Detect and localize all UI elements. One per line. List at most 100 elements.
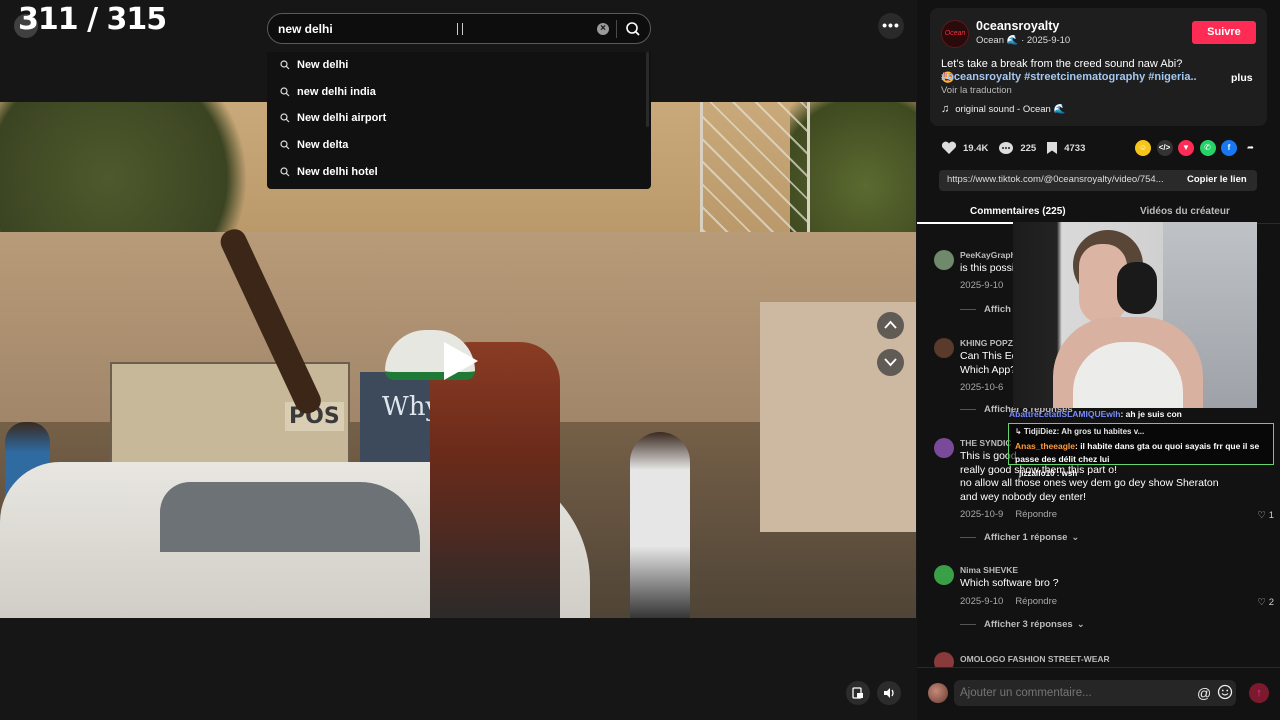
search-icon xyxy=(280,87,290,97)
suggestions-scrollbar[interactable] xyxy=(646,52,649,127)
suggestion-item[interactable]: New delta xyxy=(267,132,651,159)
author-meta: Ocean 🌊 · 2025-9-10 xyxy=(976,35,1071,46)
send-to-friend-icon[interactable]: ▼ xyxy=(1178,140,1194,156)
comment-line: really good show them this part o! xyxy=(960,463,1117,476)
suggestion-item[interactable]: New delhi hotel xyxy=(267,158,651,185)
avatar[interactable] xyxy=(934,438,954,458)
comment-item: OMOLOGO FASHION STREET-WEAR xyxy=(934,652,1274,667)
sound-label: original sound - Ocean 🌊 xyxy=(955,103,1066,115)
search-bar[interactable]: × xyxy=(267,13,651,44)
avatar[interactable] xyxy=(934,250,954,270)
search-icon xyxy=(280,113,290,123)
avatar[interactable] xyxy=(934,338,954,358)
avatar[interactable] xyxy=(934,652,954,667)
reply-line xyxy=(960,309,976,310)
video-scene-dancer xyxy=(430,342,560,618)
avatar[interactable] xyxy=(934,565,954,585)
search-divider xyxy=(616,20,617,38)
copy-link-button[interactable]: Copier le lien xyxy=(1187,174,1247,185)
suggestion-item[interactable]: New delhi xyxy=(267,52,651,79)
comment-username[interactable]: Nima SHEVKE xyxy=(960,565,1018,575)
comment-like-button[interactable]: ♡ 2 xyxy=(1258,597,1274,608)
stream-chat-message: jizzalfo10 : wsh xyxy=(1019,469,1078,478)
tab-creator-videos[interactable]: Vidéos du créateur xyxy=(1140,206,1230,217)
like-count: 19.4K xyxy=(963,142,989,154)
suggestion-label: New delhi hotel xyxy=(297,165,378,178)
clear-search-icon[interactable]: × xyxy=(597,23,609,35)
headphones-icon xyxy=(1117,262,1157,314)
like-button[interactable]: 19.4K xyxy=(941,141,988,155)
replies-label: Afficher 1 réponse xyxy=(984,532,1068,543)
comment-line: Which App? xyxy=(960,363,1017,376)
reply-button[interactable]: Répondre xyxy=(1015,509,1057,520)
search-suggestions: New delhi new delhi india New delhi airp… xyxy=(267,52,651,189)
comment-meta: 2025-10-9 Répondre xyxy=(960,509,1057,520)
previous-video-button[interactable] xyxy=(877,312,904,339)
engagement-stats: 19.4K 225 4733 xyxy=(941,138,1095,158)
music-note-icon: ♫ xyxy=(941,103,950,115)
video-link-url: https://www.tiktok.com/@0ceansroyalty/vi… xyxy=(947,174,1164,185)
author-avatar[interactable]: Ocean xyxy=(941,20,969,48)
suggestion-label: New delta xyxy=(297,139,349,152)
replies-label: Afficher 3 réponses xyxy=(984,619,1073,630)
comment-input[interactable] xyxy=(954,680,1236,706)
chevron-down-icon: ⌄ xyxy=(1076,619,1085,630)
emoji-share-icon[interactable]: ☺ xyxy=(1135,140,1151,156)
comment-tabs: Commentaires (225) Vidéos du créateur xyxy=(917,200,1280,224)
embed-icon[interactable]: </> xyxy=(1156,140,1173,156)
picture-in-picture-icon xyxy=(852,687,863,699)
comment-button[interactable]: 225 xyxy=(998,141,1036,156)
save-button[interactable]: 4733 xyxy=(1046,141,1085,155)
text-cursor-icon xyxy=(457,23,463,35)
comment-like-button[interactable]: ♡ 1 xyxy=(1258,510,1274,521)
view-replies-button[interactable]: Afficher 3 réponses ⌄ xyxy=(960,619,1085,630)
more-options-button[interactable]: ••• xyxy=(878,13,904,39)
chat-message: Anas_theeagle: il habite dans gta ou quo… xyxy=(1015,440,1271,465)
view-replies-button[interactable]: Afficher 1 réponse ⌄ xyxy=(960,532,1079,543)
search-icon xyxy=(280,60,290,70)
whatsapp-icon[interactable]: ✆ xyxy=(1199,140,1216,156)
send-comment-button[interactable]: ↑ xyxy=(1249,683,1269,703)
webcam-overlay xyxy=(1013,222,1257,408)
suggestion-label: New delhi xyxy=(297,59,349,72)
post-hashtags[interactable]: #oceansroyalty #streetcinematography #ni… xyxy=(941,71,1196,83)
translate-link[interactable]: Voir la traduction xyxy=(941,85,1012,96)
emoji-icon[interactable] xyxy=(1217,684,1233,700)
comment-username[interactable]: OMOLOGO FASHION STREET-WEAR xyxy=(960,654,1110,664)
facebook-icon[interactable]: f xyxy=(1221,140,1237,156)
suggestion-label: New delhi airport xyxy=(297,112,387,125)
comment-item: Nima SHEVKE Which software bro ? 2025-9-… xyxy=(934,565,1274,635)
original-sound-link[interactable]: ♫ original sound - Ocean 🌊 xyxy=(941,103,1065,115)
comment-username[interactable]: THE SYNDIC xyxy=(960,438,1011,448)
volume-button[interactable] xyxy=(877,681,901,705)
reply-button[interactable]: Répondre xyxy=(1015,596,1057,607)
search-input[interactable] xyxy=(278,14,588,43)
play-icon[interactable] xyxy=(444,342,478,380)
search-button[interactable] xyxy=(622,19,644,39)
next-video-button[interactable] xyxy=(877,349,904,376)
mention-icon[interactable]: @ xyxy=(1197,685,1211,701)
suggestion-item[interactable]: new delhi india xyxy=(267,79,651,106)
caption-more-button[interactable]: plus xyxy=(1231,72,1253,84)
author-name[interactable]: 0ceansroyalty xyxy=(976,19,1059,33)
floating-player-button[interactable] xyxy=(846,681,870,705)
comment-username[interactable]: KHING POPZ xyxy=(960,338,1013,348)
comment-username[interactable]: PeeKayGraph xyxy=(960,250,1016,260)
comment-date: 2025-10-9 xyxy=(960,509,1004,520)
comment-text: Which software bro ? xyxy=(960,577,1059,589)
search-icon xyxy=(626,22,640,36)
comment-date: 2025-9-10 xyxy=(960,596,1004,607)
follow-button[interactable]: Suivre xyxy=(1192,21,1256,44)
avatar[interactable] xyxy=(928,683,948,703)
chevron-down-icon: ⌄ xyxy=(1071,532,1080,543)
video-stage: 311 / 315 × New delhi new delhi india Ne… xyxy=(0,0,917,720)
suggestion-item[interactable]: New delhi airport xyxy=(267,105,651,132)
view-replies-button[interactable]: Affich xyxy=(960,304,1011,315)
tab-comments[interactable]: Commentaires (225) xyxy=(970,206,1066,217)
chat-reply-context: ↳ TidjiDiez: Ah gros tu habites v... xyxy=(1015,427,1145,436)
search-icon xyxy=(280,140,290,150)
comment-composer: @ ↑ xyxy=(917,667,1280,720)
share-arrow-icon[interactable]: ➦ xyxy=(1242,140,1259,156)
chat-username: Anas_theeagle xyxy=(1015,441,1075,451)
video-scene-car-window xyxy=(160,482,420,552)
